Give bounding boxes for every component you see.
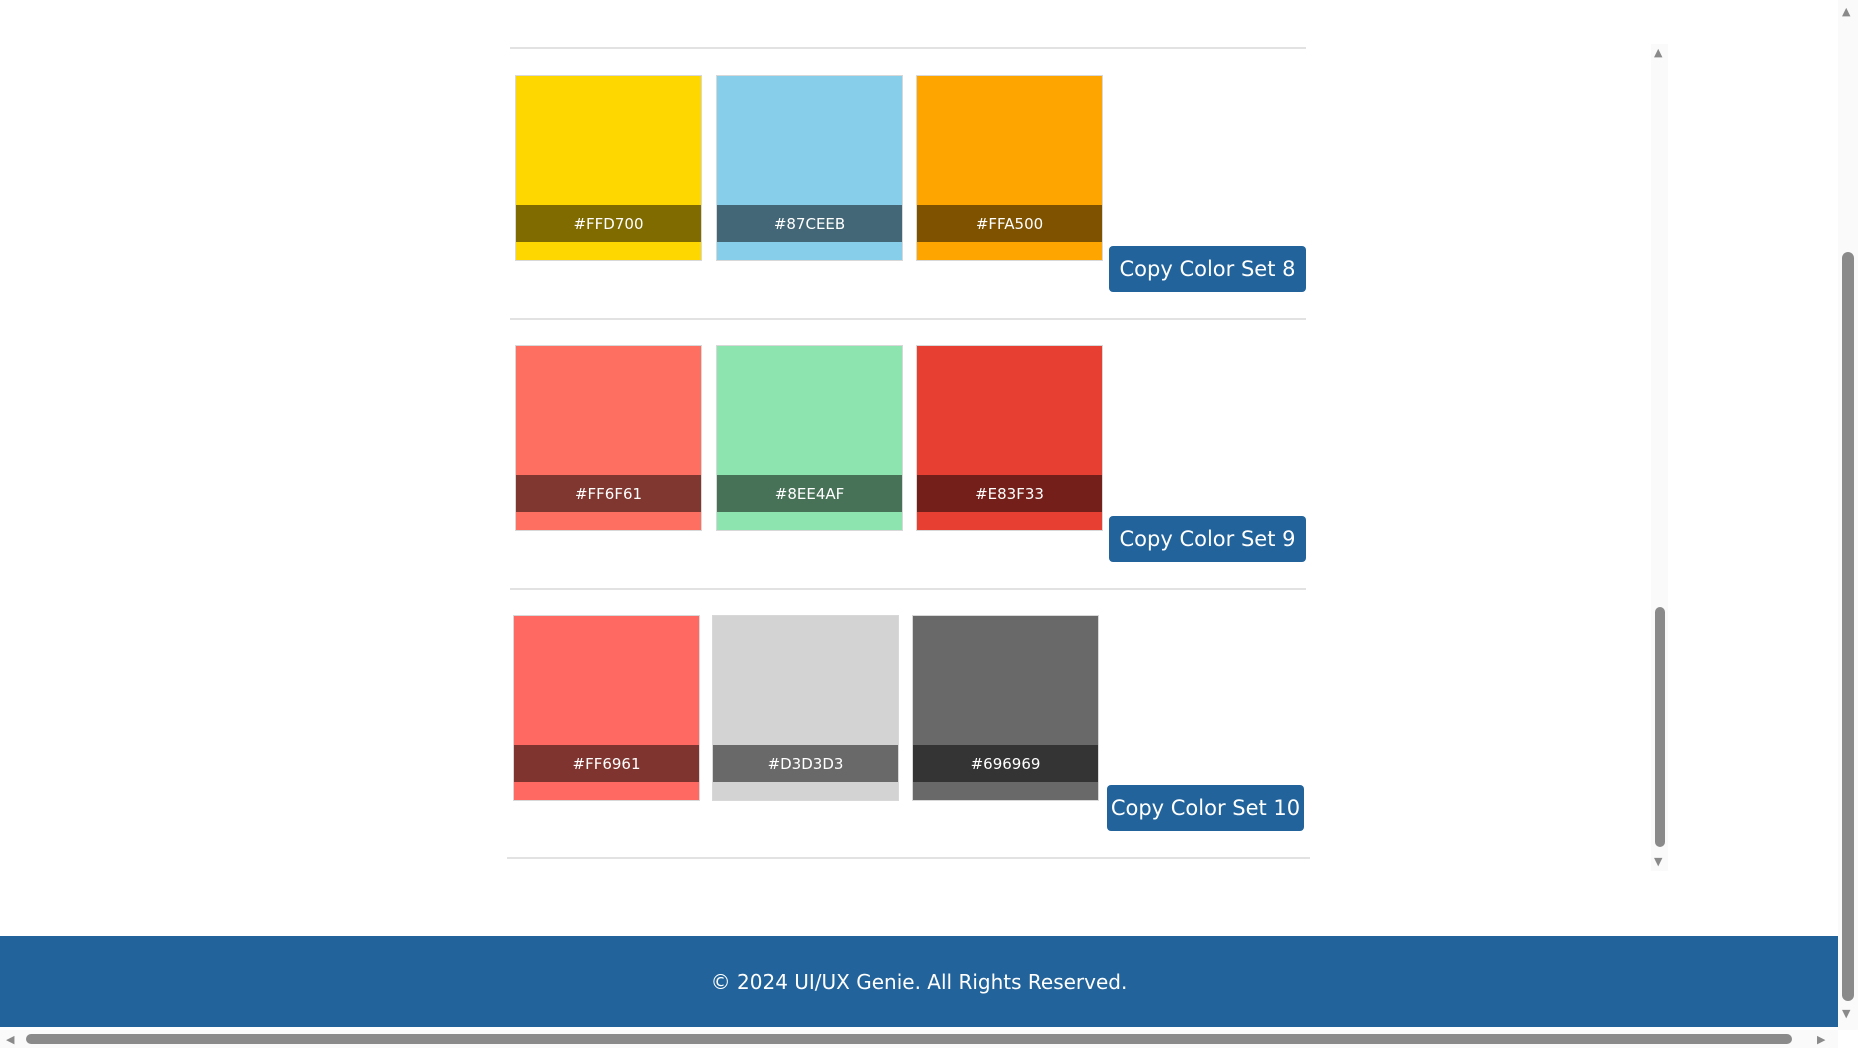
color-hex-label: #E83F33 <box>917 475 1102 512</box>
scroll-left-icon[interactable]: ◀ <box>6 1034 14 1045</box>
color-hex-label: #696969 <box>913 745 1098 782</box>
color-hex-label: #FF6961 <box>514 745 699 782</box>
copy-color-set-button[interactable]: Copy Color Set 8 <box>1109 246 1306 292</box>
color-swatch[interactable]: #FF6F61 <box>515 345 702 531</box>
color-hex-label: #FF6F61 <box>516 475 701 512</box>
color-swatch[interactable]: #FF6961 <box>513 615 700 801</box>
inner-scrollbar-thumb[interactable] <box>1655 607 1665 847</box>
scroll-up-icon[interactable]: ▲ <box>1654 47 1662 58</box>
color-swatch[interactable]: #FFA500 <box>916 75 1103 261</box>
copy-color-set-button[interactable]: Copy Color Set 10 <box>1107 785 1304 831</box>
scroll-down-icon[interactable]: ▼ <box>1842 1008 1850 1019</box>
scroll-up-icon[interactable]: ▲ <box>1842 6 1850 17</box>
scroll-down-icon[interactable]: ▼ <box>1654 856 1662 867</box>
color-swatch[interactable]: #87CEEB <box>716 75 903 261</box>
color-swatch[interactable]: #8EE4AF <box>716 345 903 531</box>
divider <box>510 47 1306 49</box>
divider <box>510 318 1306 320</box>
inner-scrollbar[interactable]: ▲ ▼ <box>1651 44 1668 871</box>
color-swatch[interactable]: #E83F33 <box>916 345 1103 531</box>
color-hex-label: #87CEEB <box>717 205 902 242</box>
color-swatch[interactable]: #FFD700 <box>515 75 702 261</box>
footer-text: © 2024 UI/UX Genie. All Rights Reserved. <box>710 969 1128 994</box>
footer: © 2024 UI/UX Genie. All Rights Reserved. <box>0 936 1838 1027</box>
color-hex-label: #D3D3D3 <box>713 745 898 782</box>
divider <box>507 857 1310 859</box>
divider <box>510 588 1306 590</box>
copy-color-set-button[interactable]: Copy Color Set 9 <box>1109 516 1306 562</box>
page-scrollbar-thumb[interactable] <box>1842 252 1854 1001</box>
color-hex-label: #FFA500 <box>917 205 1102 242</box>
scroll-right-icon[interactable]: ▶ <box>1817 1034 1825 1045</box>
page-vertical-scrollbar[interactable]: ▲ ▼ <box>1838 0 1858 1030</box>
horizontal-scrollbar-thumb[interactable] <box>26 1034 1792 1044</box>
color-hex-label: #8EE4AF <box>717 475 902 512</box>
color-swatch[interactable]: #D3D3D3 <box>712 615 899 801</box>
color-hex-label: #FFD700 <box>516 205 701 242</box>
page-horizontal-scrollbar[interactable]: ◀ ▶ <box>0 1030 1838 1048</box>
color-swatch[interactable]: #696969 <box>912 615 1099 801</box>
